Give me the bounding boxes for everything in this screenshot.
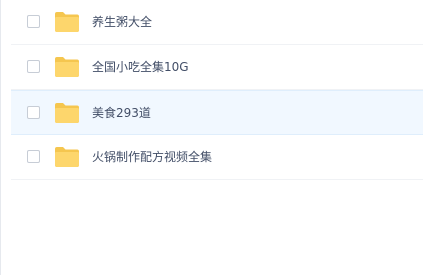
- folder-name[interactable]: 美食293道: [92, 105, 151, 121]
- folder-icon: [55, 57, 79, 77]
- folder-name[interactable]: 火锅制作配方视频全集: [92, 149, 212, 165]
- folder-icon: [55, 147, 79, 167]
- row-checkbox[interactable]: [27, 150, 40, 163]
- file-list: 养生粥大全 全国小吃全集10G 美食293道 火锅制作配方视频全集: [11, 0, 423, 180]
- row-checkbox[interactable]: [27, 15, 40, 28]
- file-row-selected[interactable]: 美食293道: [11, 90, 423, 135]
- panel-left-border: [0, 0, 1, 275]
- file-row[interactable]: 火锅制作配方视频全集: [11, 135, 423, 180]
- row-checkbox[interactable]: [27, 105, 40, 119]
- folder-icon: [55, 12, 79, 32]
- row-checkbox[interactable]: [27, 60, 40, 73]
- folder-name[interactable]: 养生粥大全: [92, 14, 152, 30]
- folder-icon: [55, 102, 79, 123]
- file-row[interactable]: 养生粥大全: [11, 0, 423, 45]
- file-row[interactable]: 全国小吃全集10G: [11, 45, 423, 90]
- folder-name[interactable]: 全国小吃全集10G: [92, 59, 189, 75]
